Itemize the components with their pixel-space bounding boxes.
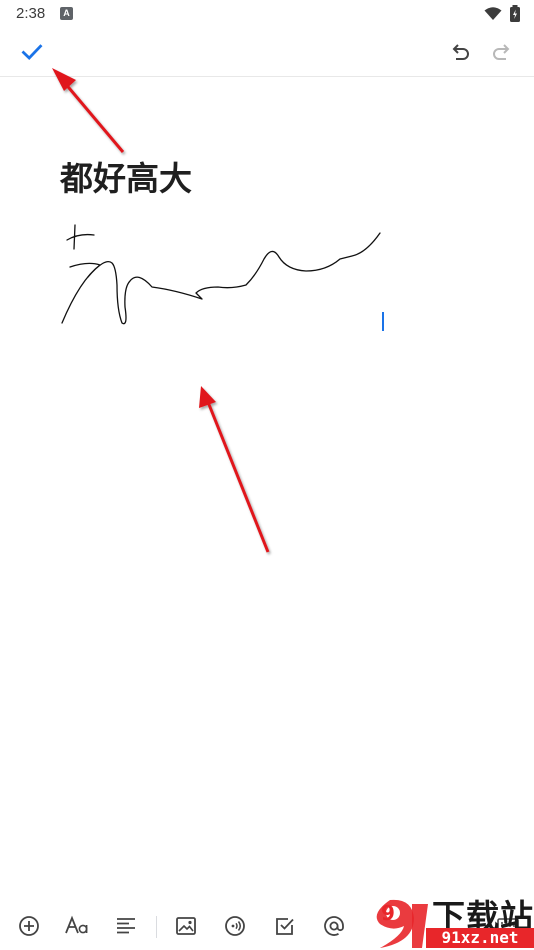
text-format-icon: [65, 915, 88, 934]
insert-image-icon: [176, 917, 196, 935]
checkbox-icon: [276, 918, 294, 935]
undo-button[interactable]: [438, 32, 482, 72]
toolbar-divider: [156, 916, 157, 938]
handwriting-drawing[interactable]: [50, 215, 390, 335]
text-cursor: [382, 312, 384, 331]
check-icon: [21, 44, 43, 60]
wifi-icon: [484, 7, 502, 20]
checkbox-button[interactable]: [271, 912, 299, 940]
status-icons: [484, 5, 520, 23]
text-format-button[interactable]: [63, 912, 91, 940]
redo-button[interactable]: [480, 32, 524, 72]
watermark-domain: 91xz.net: [426, 928, 534, 948]
status-bar: 2:38 A: [0, 0, 534, 28]
annotation-arrows: [52, 68, 270, 553]
mention-button[interactable]: [320, 912, 348, 940]
editor-top-bar: [0, 28, 534, 77]
notification-icon: A: [60, 7, 73, 20]
audio-button[interactable]: [221, 912, 249, 940]
mention-icon: [324, 916, 344, 936]
redo-icon: [493, 44, 510, 60]
align-icon: [117, 918, 135, 934]
arrow-to-drawing: [199, 386, 270, 553]
watermark-logo: 9: [376, 899, 428, 948]
svg-text:9: 9: [381, 901, 395, 925]
undo-icon: [452, 44, 469, 60]
insert-image-button[interactable]: [172, 912, 200, 940]
status-time: 2:38: [16, 5, 46, 22]
site-watermark: 9 下载站 91xz.net: [360, 886, 534, 950]
audio-icon: [225, 916, 245, 936]
add-icon: [19, 916, 39, 936]
done-button[interactable]: [10, 32, 54, 72]
battery-icon: [510, 5, 520, 23]
add-button[interactable]: [15, 912, 43, 940]
note-title[interactable]: 都好高大: [60, 152, 192, 200]
arrow-to-done-button: [52, 68, 125, 153]
align-button[interactable]: [112, 912, 140, 940]
